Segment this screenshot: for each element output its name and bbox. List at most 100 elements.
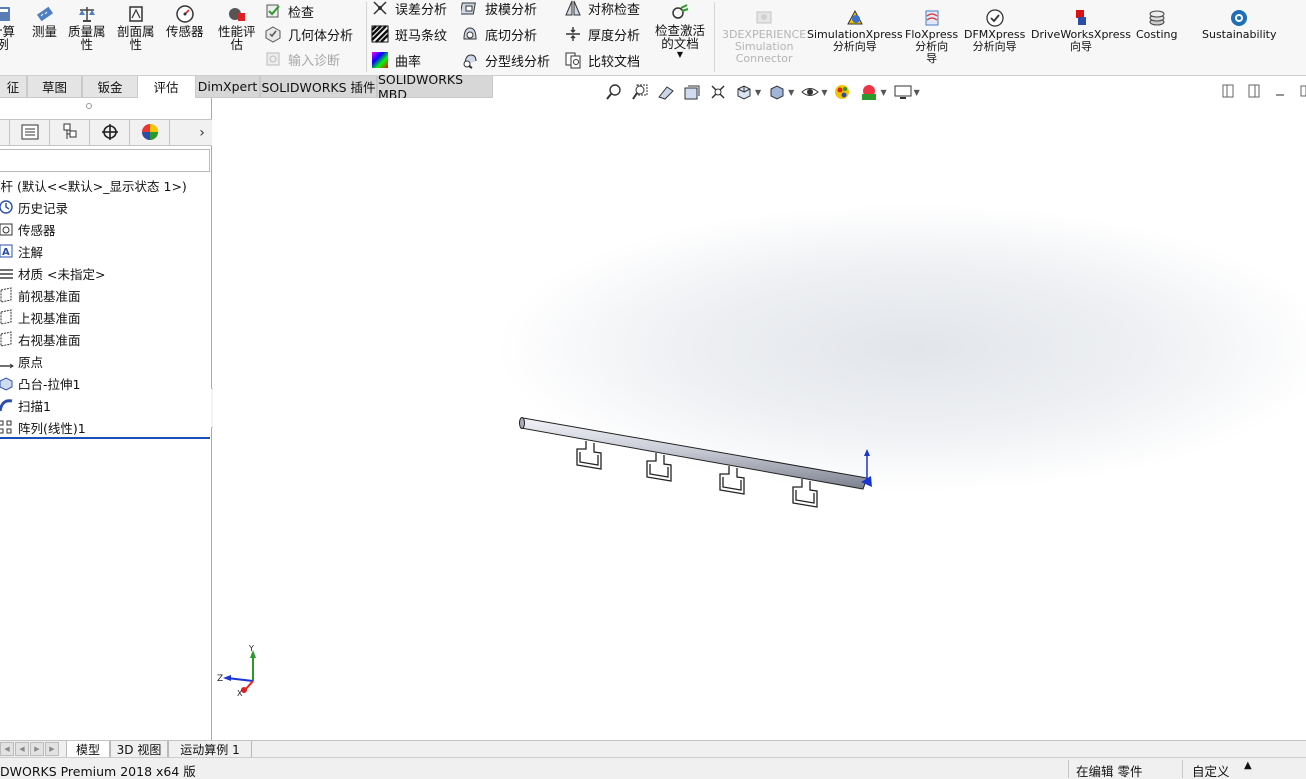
rollback-bar[interactable] (0, 437, 210, 439)
tree-item-annotations[interactable]: A 注解 (0, 240, 212, 262)
simulation-connector-button[interactable]: 3DEXPERIENCE Simulation Connector (722, 8, 806, 65)
tab-model[interactable]: 模型 (66, 741, 110, 758)
reference-triad: Y Z X (217, 644, 256, 698)
tree-item-material[interactable]: 材质 <未指定> (0, 262, 212, 284)
handle-bar-model[interactable] (519, 417, 873, 508)
undercut-analysis-button[interactable]: 底切分析 (461, 23, 537, 45)
tree-item-label: 传感器 (18, 222, 56, 238)
tab-3d-view[interactable]: 3D 视图 (110, 741, 168, 758)
view-orientation-icon[interactable] (734, 82, 754, 102)
check-active-document-button[interactable]: 检查激活 的文档 ▼ (655, 3, 705, 60)
section-view-icon[interactable] (682, 82, 702, 102)
tab-evaluate[interactable]: 评估 (138, 76, 194, 98)
import-diagnostics-button[interactable]: 输入诊断 (264, 48, 340, 70)
next-tab-icon[interactable]: ▶ (30, 742, 44, 756)
first-tab-icon[interactable]: ◀ (0, 742, 14, 756)
status-unit-system[interactable]: 自定义 (1192, 761, 1230, 779)
curvature-button[interactable]: 曲率 (371, 49, 421, 71)
tab-solidworks-mbd[interactable]: SOLIDWORKS MBD (377, 72, 493, 102)
tree-item-sweep[interactable]: 扫描1 (0, 394, 212, 416)
chevron-down-icon[interactable]: ▼ (755, 88, 761, 97)
performance-evaluation-button[interactable]: 性能评 估 (218, 4, 256, 51)
apply-scene-icon[interactable] (859, 82, 879, 102)
costing-button[interactable]: Costing (1136, 8, 1177, 41)
section-properties-button[interactable]: 剖面属 性 (117, 4, 155, 51)
restore-icon[interactable] (1300, 84, 1306, 98)
sustainability-button[interactable]: Sustainability (1202, 8, 1276, 41)
partial-calc-button[interactable]: 计算 例 (0, 4, 15, 51)
deviation-analysis-label: 误差分析 (395, 2, 448, 18)
import-diagnostics-label: 输入诊断 (288, 53, 341, 69)
tab-feature-tree-partial[interactable] (0, 120, 10, 146)
previous-view-icon[interactable] (656, 82, 676, 102)
feature-tree: 握杆 (默认<<默认>_显示状态 1>) 历史记录 传感器 A 注解 材质 <未… (0, 174, 212, 438)
unit-system-arrow-icon[interactable]: ▲ (1244, 760, 1252, 771)
view-settings-icon[interactable] (893, 82, 913, 102)
minimize-icon[interactable] (1274, 84, 1286, 98)
floxpress-icon (922, 8, 942, 28)
tile-left-icon[interactable] (1222, 84, 1234, 98)
tab-display-manager[interactable] (130, 120, 170, 146)
tab-dimxpert[interactable]: DimXpert (195, 76, 260, 98)
check-button[interactable]: 检查 (264, 0, 314, 22)
tree-item-top-plane[interactable]: 上视基准面 (0, 306, 212, 328)
measure-button[interactable]: 测量 (32, 4, 57, 38)
simulationxpress-button[interactable]: SimulationXpress 分析向导 (807, 8, 903, 53)
tab-configuration-manager[interactable] (50, 120, 90, 146)
chevron-down-icon[interactable]: ▼ (880, 88, 886, 97)
last-tab-icon[interactable]: ▶ (45, 742, 59, 756)
chevron-right-icon[interactable]: › (192, 120, 212, 145)
compare-documents-button[interactable]: 比较文档 (564, 49, 640, 71)
tree-item-linear-pattern[interactable]: 阵列(线性)1 (0, 416, 212, 438)
tree-item-label: 阵列(线性)1 (18, 420, 86, 436)
chevron-down-icon[interactable]: ▼ (914, 88, 920, 97)
prev-tab-icon[interactable]: ◀ (15, 742, 29, 756)
dfmxpress-button[interactable]: DFMXpress 分析向导 (964, 8, 1025, 53)
tree-item-history[interactable]: 历史记录 (0, 196, 212, 218)
mass-properties-button[interactable]: 质量属 性 (68, 4, 106, 51)
tab-motion-study[interactable]: 运动算例 1 (168, 741, 252, 758)
graphics-area[interactable]: Y Z X (213, 98, 1306, 740)
tab-sheet-metal[interactable]: 钣金 (82, 76, 138, 98)
floxpress-button[interactable]: FloXpress 分析向 导 (905, 8, 958, 65)
zoom-to-area-icon[interactable] (630, 82, 650, 102)
tile-right-icon[interactable] (1248, 84, 1260, 98)
tree-item-origin[interactable]: 原点 (0, 350, 212, 372)
edit-appearance-icon[interactable] (833, 82, 853, 102)
parting-line-analysis-button[interactable]: 分型线分析 (461, 49, 550, 71)
chevron-down-icon[interactable]: ▼ (821, 88, 827, 97)
tree-item-label: 扫描1 (18, 398, 51, 414)
sensor-icon (0, 221, 14, 237)
check-active-dropdown-arrow[interactable]: ▼ (677, 50, 683, 60)
tree-item-boss-extrude[interactable]: 凸台-拉伸1 (0, 372, 212, 394)
tab-sketch[interactable]: 草图 (27, 76, 82, 98)
thickness-analysis-button[interactable]: 厚度分析 (564, 23, 640, 45)
hide-show-items-icon[interactable] (800, 82, 820, 102)
panel-grip[interactable] (86, 103, 92, 109)
dynamic-annotation-icon[interactable] (708, 82, 728, 102)
zebra-stripes-button[interactable]: 斑马条纹 (371, 23, 447, 45)
plane-icon (0, 309, 14, 325)
tree-item-front-plane[interactable]: 前视基准面 (0, 284, 212, 306)
chevron-down-icon[interactable]: ▼ (788, 88, 794, 97)
zoom-to-fit-icon[interactable] (604, 82, 624, 102)
tab-dimxpert-manager[interactable] (90, 120, 130, 146)
driveworksxpress-button[interactable]: DriveWorksXpress 向导 (1031, 8, 1131, 53)
symmetry-check-button[interactable]: 对称检查 (564, 0, 640, 19)
check-active-icon (670, 3, 690, 23)
check-active-document-label: 检查激活 的文档 (655, 23, 706, 51)
tab-property-manager[interactable] (10, 120, 50, 146)
triad-x-label: X (237, 689, 243, 698)
tab-features[interactable]: 征 (0, 76, 27, 98)
draft-analysis-button[interactable]: 拔模分析 (461, 0, 537, 19)
tree-item-sensors[interactable]: 传感器 (0, 218, 212, 240)
tab-solidworks-addins[interactable]: SOLIDWORKS 插件 (260, 76, 377, 98)
sensors-button[interactable]: 传感器 (166, 4, 204, 38)
feature-tree-filter[interactable] (0, 149, 210, 172)
deviation-analysis-button[interactable]: 误差分析 (371, 0, 447, 19)
geometry-analysis-button[interactable]: 几何体分析 (264, 23, 353, 45)
display-style-icon[interactable] (767, 82, 787, 102)
tree-item-right-plane[interactable]: 右视基准面 (0, 328, 212, 350)
tree-root-part[interactable]: 握杆 (默认<<默认>_显示状态 1>) (0, 174, 212, 196)
ribbon-separator (714, 2, 715, 72)
